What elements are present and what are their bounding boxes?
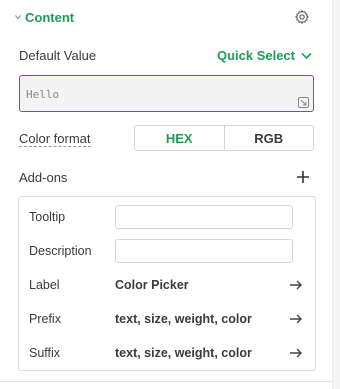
color-format-label: Color format — [19, 131, 91, 147]
addon-row-label[interactable]: Label Color Picker — [29, 273, 309, 297]
prefix-label: Prefix — [29, 312, 61, 326]
default-value-label: Default Value — [19, 48, 97, 63]
label-value: Color Picker — [115, 278, 189, 292]
quick-select-label: Quick Select — [216, 48, 295, 63]
plus-icon[interactable] — [296, 170, 310, 184]
resize-icon[interactable] — [298, 97, 309, 108]
description-input[interactable] — [115, 239, 293, 263]
tooltip-label: Tooltip — [29, 210, 66, 224]
addon-row-description: Description — [29, 239, 309, 263]
arrow-right-icon[interactable] — [289, 313, 303, 325]
arrow-right-icon[interactable] — [289, 279, 303, 291]
arrow-right-icon[interactable] — [289, 347, 303, 359]
addon-row-tooltip: Tooltip — [29, 205, 309, 229]
chevron-down-icon — [301, 52, 312, 59]
addon-row-suffix[interactable]: Suffix text, size, weight, color — [29, 341, 309, 365]
default-value-text: Hello — [26, 88, 60, 101]
default-value-input[interactable]: Hello — [19, 75, 314, 112]
addons-label: Add-ons — [19, 170, 68, 185]
color-format-hex-button[interactable]: HEX — [135, 126, 224, 150]
color-format-toggle: HEX RGB — [134, 125, 314, 151]
scrollbar[interactable] — [332, 0, 340, 389]
quick-select-dropdown[interactable]: Quick Select — [217, 48, 312, 63]
content-section-panel: Content Default Value Quick Select Hello… — [0, 0, 340, 389]
prefix-value: text, size, weight, color — [115, 312, 252, 326]
suffix-label: Suffix — [29, 346, 61, 360]
tooltip-input[interactable] — [115, 205, 293, 229]
color-format-rgb-button[interactable]: RGB — [223, 126, 314, 150]
color-format-label-text: Color format — [19, 131, 91, 147]
addon-row-prefix[interactable]: Prefix text, size, weight, color — [29, 307, 309, 331]
section-title: Content — [25, 9, 75, 25]
divider — [0, 381, 332, 382]
description-label: Description — [29, 244, 92, 258]
caret-down-icon[interactable] — [14, 13, 22, 21]
label-label: Label — [29, 278, 60, 292]
suffix-value: text, size, weight, color — [115, 346, 252, 360]
section-header[interactable]: Content — [14, 8, 74, 26]
addons-box: Tooltip Description Label Color Picker P… — [18, 196, 316, 371]
gear-icon[interactable] — [294, 9, 310, 25]
